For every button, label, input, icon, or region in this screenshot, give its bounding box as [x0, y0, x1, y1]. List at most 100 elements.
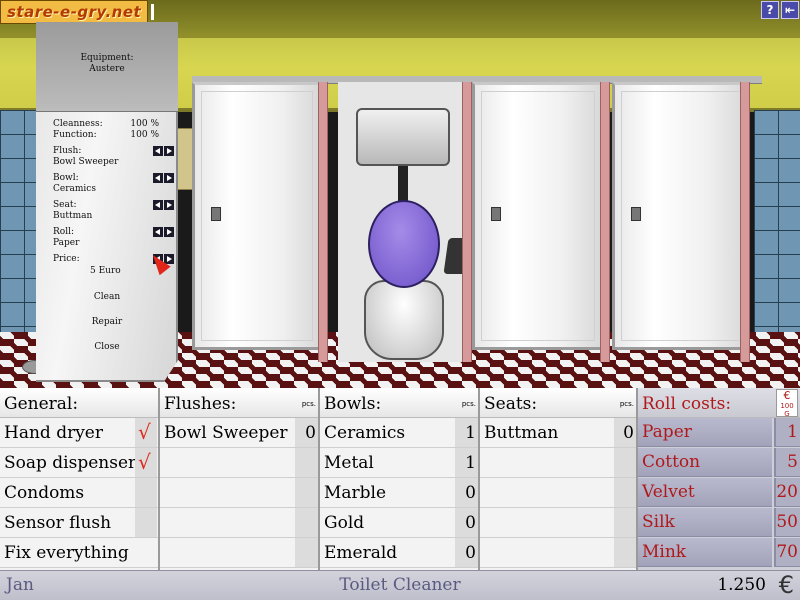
exit-icon[interactable]: ⇤: [781, 1, 799, 19]
general-item-hand-dryer[interactable]: Hand dryer √: [0, 418, 158, 448]
item-count: 1: [465, 453, 476, 473]
help-button[interactable]: ?: [761, 1, 779, 19]
item-count: 0: [465, 513, 476, 533]
item-label: Ceramics: [324, 423, 406, 443]
roll-price: 50: [774, 508, 800, 537]
bowl-item-metal[interactable]: Metal 1: [320, 448, 478, 478]
cleanness-value: 100 %: [130, 119, 159, 129]
roll-costs-title: Roll costs:: [642, 394, 732, 414]
general-title: General:: [4, 394, 79, 414]
item-label: Emerald: [324, 543, 398, 563]
wall-tiles-left: [0, 110, 40, 340]
currency-badge: € 100 G: [776, 389, 798, 418]
general-item-fix-everything[interactable]: Fix everything: [0, 538, 158, 568]
roll-item-mink[interactable]: Mink 70: [638, 538, 800, 568]
arrow-left-icon[interactable]: [153, 200, 163, 210]
clean-button[interactable]: Clean: [36, 292, 178, 302]
count-cell: [295, 448, 318, 477]
wall-tiles-right: [754, 110, 800, 340]
arrow-left-icon[interactable]: [153, 146, 163, 156]
roll-item-silk[interactable]: Silk 50: [638, 508, 800, 538]
function-label: Function:: [53, 130, 97, 140]
close-button[interactable]: Close: [36, 342, 178, 352]
roll-label: Velvet: [638, 478, 772, 507]
flush-empty-row: [160, 538, 318, 568]
seat-arrows: [153, 200, 175, 210]
general-item-condoms[interactable]: Condoms: [0, 478, 158, 508]
item-label: Marble: [324, 483, 387, 503]
arrow-right-icon[interactable]: [164, 200, 174, 210]
roll-price: 5: [774, 448, 800, 477]
bowl-item-ceramics[interactable]: Ceramics 1: [320, 418, 478, 448]
equipment-title: Equipment:: [80, 53, 134, 63]
door-handle: [491, 207, 501, 221]
checkbox[interactable]: [135, 508, 157, 537]
door-handle: [211, 207, 221, 221]
toilet-bowl[interactable]: [364, 280, 444, 360]
bowl-item-marble[interactable]: Marble 0: [320, 478, 478, 508]
item-count: 1: [465, 423, 476, 443]
item-count: 0: [623, 423, 634, 443]
count-cell: [295, 538, 318, 567]
seat-item-buttman[interactable]: Buttman 0: [480, 418, 636, 448]
general-item-sensor-flush[interactable]: Sensor flush: [0, 508, 158, 538]
flushes-title: Flushes:: [164, 394, 237, 414]
roll-price: 1: [774, 418, 800, 447]
stall-door-1[interactable]: [192, 82, 322, 350]
seat-value: Buttman: [53, 211, 93, 221]
item-label: Gold: [324, 513, 365, 533]
job-title: Toilet Cleaner: [339, 575, 461, 595]
arrow-right-icon[interactable]: [164, 173, 174, 183]
bowl-arrows: [153, 173, 175, 183]
general-column: General: Hand dryer √ Soap dispenser √ C…: [0, 388, 160, 570]
bowl-item-gold[interactable]: Gold 0: [320, 508, 478, 538]
general-header: General:: [0, 388, 158, 418]
bowl-setting: Bowl: Ceramics: [53, 173, 174, 195]
arrow-left-icon[interactable]: [153, 227, 163, 237]
pcs-label: pcs.: [301, 400, 316, 408]
shop-panel: General: Hand dryer √ Soap dispenser √ C…: [0, 388, 800, 570]
flush-item-bowl-sweeper[interactable]: Bowl Sweeper 0: [160, 418, 318, 448]
count-cell: [614, 478, 636, 507]
count-cell: [614, 448, 636, 477]
item-label: Condoms: [4, 483, 85, 503]
euro-icon: €: [778, 571, 794, 599]
bowl-item-emerald[interactable]: Emerald 0: [320, 538, 478, 568]
toilet-tank[interactable]: [356, 108, 450, 166]
bowls-column: Bowls: pcs. Ceramics 1 Metal 1 Marble 0 …: [320, 388, 480, 570]
roll-value: Paper: [53, 238, 80, 248]
stall-door-3[interactable]: [472, 82, 604, 350]
roll-label: Cotton: [638, 448, 772, 477]
flush-value: Bowl Sweeper: [53, 157, 119, 167]
arrow-left-icon[interactable]: [153, 173, 163, 183]
seat-setting: Seat: Buttman: [53, 200, 174, 222]
equipment-panel: Equipment: Austere Cleanness: 100 % Func…: [36, 22, 178, 382]
roll-label: Paper: [638, 418, 772, 447]
checkbox[interactable]: [135, 478, 157, 507]
stall-door-4[interactable]: [612, 82, 750, 350]
roll-price: 20: [774, 478, 800, 507]
flush-pipe: [398, 166, 408, 202]
player-name: Jan: [6, 575, 34, 595]
general-item-soap-dispenser[interactable]: Soap dispenser √: [0, 448, 158, 478]
toilet-seat[interactable]: [368, 200, 440, 288]
bowls-header: Bowls: pcs.: [320, 388, 478, 418]
item-label: Buttman: [484, 423, 559, 443]
pcs-label: pcs.: [619, 400, 634, 408]
equipment-header: Equipment: Austere: [36, 22, 178, 112]
arrow-right-icon[interactable]: [164, 227, 174, 237]
seats-header: Seats: pcs.: [480, 388, 636, 418]
status-bar: Toilet Cleaner Jan 1.250 €: [0, 570, 800, 600]
item-count: 0: [465, 483, 476, 503]
function-row: Function: 100 %: [53, 130, 163, 141]
arrow-right-icon[interactable]: [164, 146, 174, 156]
roll-item-velvet[interactable]: Velvet 20: [638, 478, 800, 508]
roll-label: Silk: [638, 508, 772, 537]
repair-button[interactable]: Repair: [36, 317, 178, 327]
roll-item-paper[interactable]: Paper 1: [638, 418, 800, 448]
item-label: Soap dispenser: [4, 453, 137, 473]
function-value: 100 %: [130, 130, 159, 140]
bowls-title: Bowls:: [324, 394, 382, 414]
euro-icon: €: [783, 389, 791, 402]
roll-item-cotton[interactable]: Cotton 5: [638, 448, 800, 478]
